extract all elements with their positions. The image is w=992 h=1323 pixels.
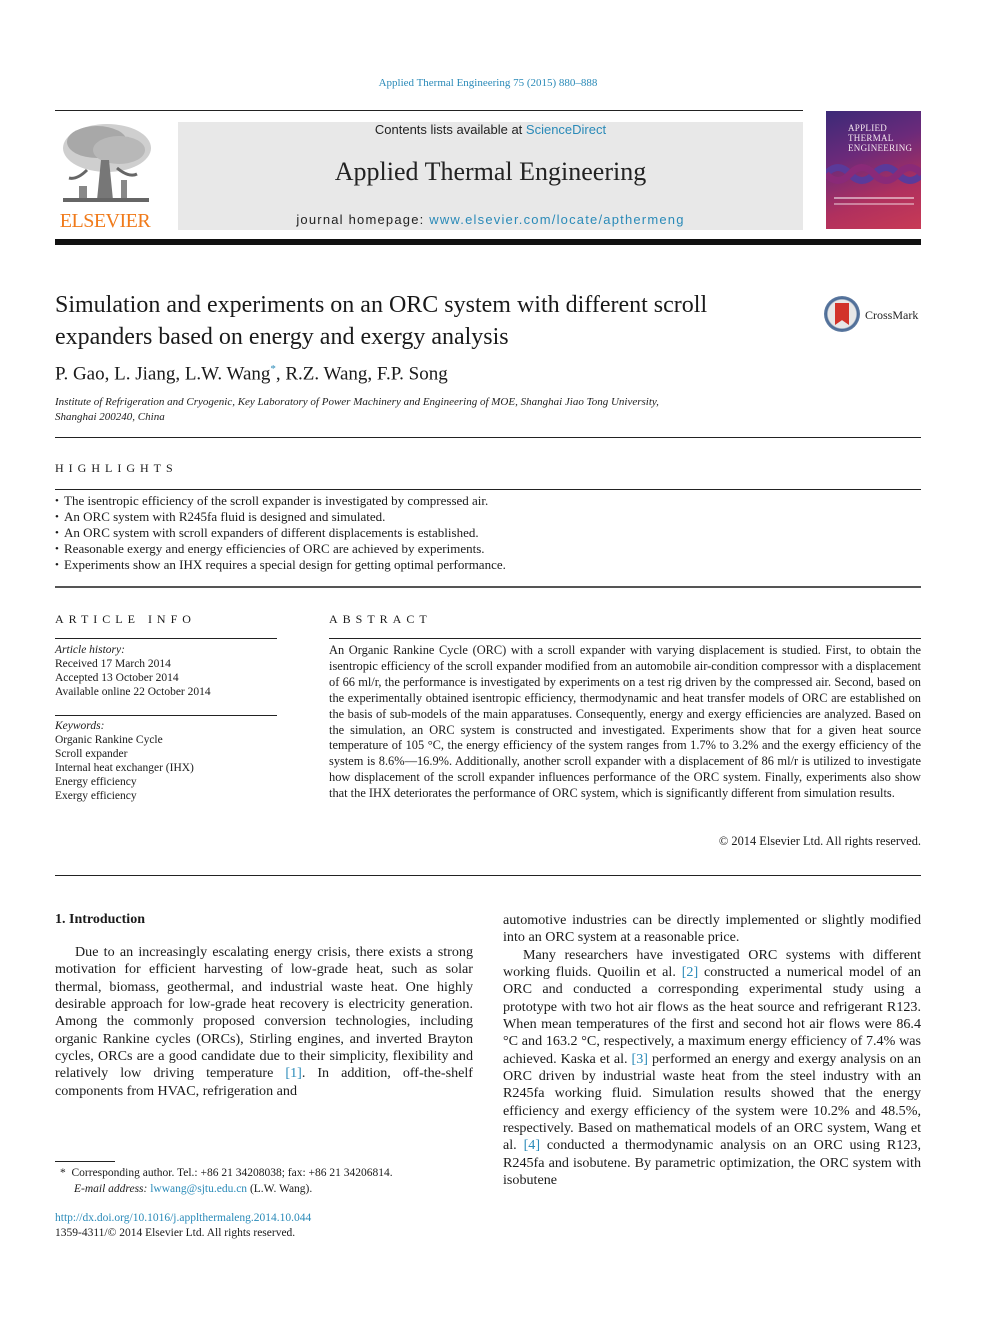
journal-citation-link[interactable]: Applied Thermal Engineering 75 (2015) 88… [0,77,976,89]
cover-decoration [834,197,914,199]
highlight-item: An ORC system with scroll expanders of d… [55,525,921,541]
abstract-heading: ABSTRACT [329,612,432,626]
keyword: Organic Rankine Cycle [55,734,163,746]
sciencedirect-link[interactable]: ScienceDirect [526,122,606,137]
crossmark-label: CrossMark [865,308,919,322]
doi-link[interactable]: http://dx.doi.org/10.1016/j.applthermale… [55,1212,311,1224]
cover-title-line: Applied [848,123,888,133]
keyword: Scroll expander [55,748,128,760]
footnote-email: E-mail address: lwwang@sjtu.edu.cn (L.W.… [60,1181,480,1197]
cover-wave-graphic [826,164,921,184]
keywords: Keywords: Organic Rankine Cycle Scroll e… [55,719,277,803]
history-item: Accepted 13 October 2014 [55,672,179,684]
divider [55,586,921,588]
issn-line: 1359-4311/© 2014 Elsevier Ltd. All right… [55,1227,296,1239]
cover-title: Applied Thermal Engineering [848,123,912,153]
journal-cover-image[interactable]: Applied Thermal Engineering [826,111,921,229]
body-column-right: automotive industries can be directly im… [503,912,921,1190]
authors-text: , R.Z. Wang, F.P. Song [275,363,448,385]
email-suffix: (L.W. Wang). [247,1183,313,1195]
abstract-text: An Organic Rankine Cycle (ORC) with a sc… [329,643,921,801]
article-history: Article history: Received 17 March 2014 … [55,643,277,699]
footnote: * Corresponding author. Tel.: +86 21 342… [60,1165,480,1197]
footnote-text: Corresponding author. Tel.: +86 21 34208… [71,1167,393,1179]
highlight-item: The isentropic efficiency of the scroll … [55,493,921,509]
cover-title-line: Engineering [848,143,913,153]
contents-prefix: Contents lists available at [374,122,526,137]
history-label: Article history: [55,644,125,656]
keyword: Energy efficiency [55,776,137,788]
divider [55,437,921,438]
header-thick-rule [55,239,921,245]
body-paragraph: automotive industries can be directly im… [503,912,921,946]
paragraph-text: conducted a thermodynamic analysis on an… [503,1137,921,1189]
body-paragraph: Many researchers have investigated ORC s… [503,947,921,1190]
cover-title-line: Thermal [848,133,894,143]
divider [329,638,921,639]
highlight-item: An ORC system with R245fa fluid is desig… [55,509,921,525]
citation-link[interactable]: [4] [524,1137,540,1153]
affiliation-line: Institute of Refrigeration and Cryogenic… [55,396,659,408]
keyword: Exergy efficiency [55,790,137,802]
highlight-item: Experiments show an IHX requires a speci… [55,557,921,573]
header-rule [55,110,803,111]
highlights-list: The isentropic efficiency of the scroll … [55,493,921,573]
citation-link[interactable]: [1] [285,1065,301,1081]
history-item: Received 17 March 2014 [55,658,171,670]
citation-link[interactable]: [3] [632,1051,648,1067]
abstract-copyright: © 2014 Elsevier Ltd. All rights reserved… [718,834,921,848]
citation-link[interactable]: [2] [682,964,698,980]
paragraph-text: Due to an increasingly escalating energy… [55,944,473,1082]
elsevier-logo[interactable]: ELSEVIER [53,120,157,232]
contents-line: Contents lists available at ScienceDirec… [178,122,803,137]
affiliation: Institute of Refrigeration and Cryogenic… [55,395,755,425]
footnote-corresponding: * Corresponding author. Tel.: +86 21 342… [60,1165,480,1181]
journal-title: Applied Thermal Engineering [334,157,647,186]
authors-text: P. Gao, L. Jiang, L.W. Wang [55,363,271,385]
divider [55,715,277,716]
journal-homepage-link[interactable]: www.elsevier.com/locate/apthermeng [429,212,684,227]
body-paragraph: Due to an increasingly escalating energy… [55,944,473,1100]
article-info-heading: ARTICLE INFO [55,612,196,626]
keyword: Internal heat exchanger (IHX) [55,762,194,774]
divider [55,638,277,639]
elsevier-wordmark: ELSEVIER [59,210,151,232]
homepage-prefix: journal homepage: [296,212,430,227]
footnote-marker: * [60,1167,66,1179]
email-link[interactable]: lwwang@sjtu.edu.cn [150,1183,247,1195]
article-title: Simulation and experiments on an ORC sys… [55,292,708,350]
elsevier-tree-icon [57,120,153,208]
homepage-line: journal homepage: www.elsevier.com/locat… [178,212,803,227]
journal-masthead: Contents lists available at ScienceDirec… [178,122,803,230]
crossmark-button[interactable]: CrossMark [824,296,924,336]
cover-decoration [834,203,914,205]
highlight-item: Reasonable exergy and energy efficiencie… [55,541,921,557]
doi-block: http://dx.doi.org/10.1016/j.applthermale… [55,1211,311,1241]
keywords-label: Keywords: [55,720,105,732]
highlights-heading: HIGHLIGHTS [55,461,178,475]
affiliation-line: Shanghai 200240, China [55,411,165,423]
footnote-rule [55,1161,115,1162]
divider [55,875,921,876]
email-label: E-mail address: [74,1183,148,1195]
body-column-left: 1. Introduction Due to an increasingly e… [55,912,473,1100]
section-heading-introduction: 1. Introduction [55,912,145,927]
author-list: P. Gao, L. Jiang, L.W. Wang*, R.Z. Wang,… [55,363,448,385]
history-item: Available online 22 October 2014 [55,686,211,698]
divider [55,489,921,490]
